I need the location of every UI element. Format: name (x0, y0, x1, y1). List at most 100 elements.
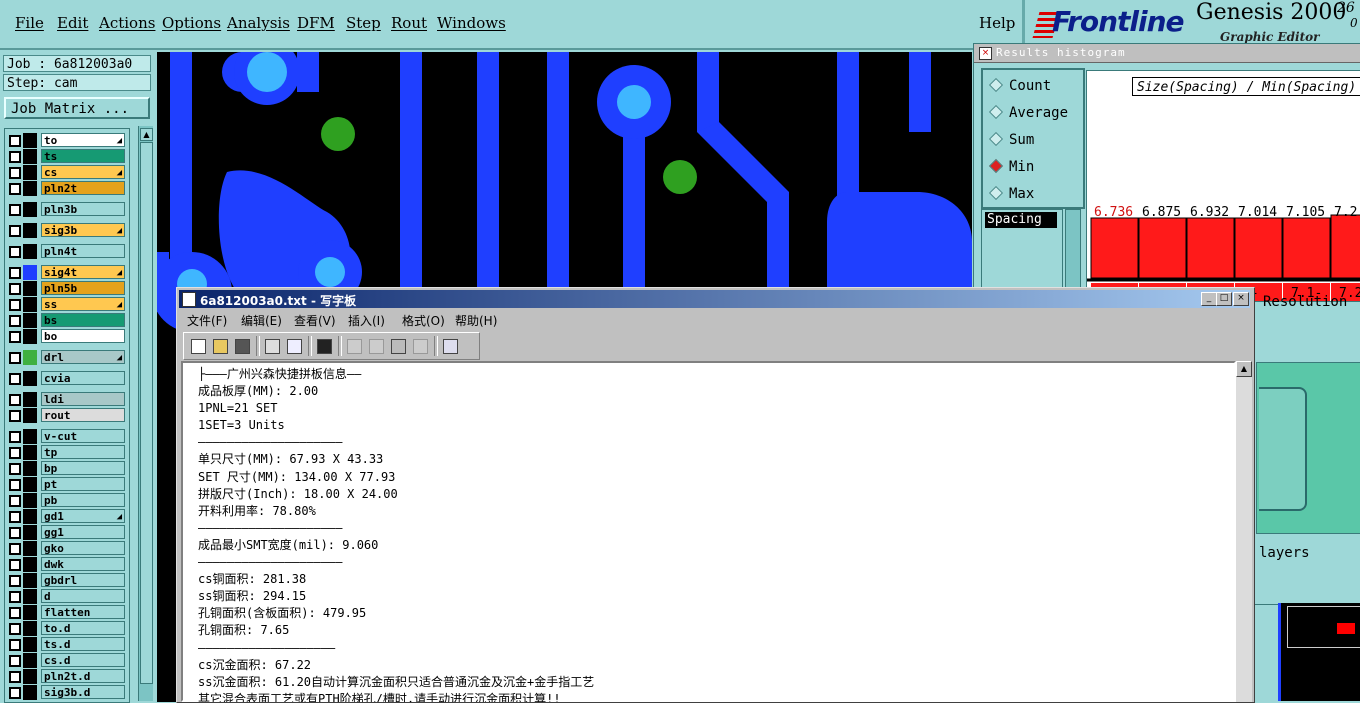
option-sum[interactable]: Sum (988, 131, 1034, 148)
layer-checkbox[interactable] (9, 687, 21, 699)
layer-color-swatch[interactable] (23, 445, 37, 460)
new-document-icon[interactable] (188, 336, 208, 356)
layer-checkbox[interactable] (9, 607, 21, 619)
layer-checkbox[interactable] (9, 639, 21, 651)
layer-checkbox[interactable] (9, 671, 21, 683)
layer-row[interactable]: sig3b.d (5, 685, 129, 700)
wp-menu-insert[interactable]: 插入(I) (348, 312, 385, 329)
layer-color-swatch[interactable] (23, 202, 37, 217)
layer-name[interactable]: cs.d (41, 653, 125, 667)
layer-name[interactable]: pt (41, 477, 125, 491)
mini-map[interactable] (1278, 603, 1360, 701)
layer-color-swatch[interactable] (23, 429, 37, 444)
save-disk-icon[interactable] (232, 336, 252, 356)
layer-row[interactable]: cs ◢ (5, 165, 129, 180)
layer-color-swatch[interactable] (23, 350, 37, 365)
layer-checkbox[interactable] (9, 495, 21, 507)
layer-checkbox[interactable] (9, 591, 21, 603)
histogram-bar[interactable] (1090, 217, 1139, 279)
layer-name[interactable]: to ◢ (41, 133, 125, 147)
close-icon[interactable]: × (979, 47, 992, 60)
layer-row[interactable]: gg1 (5, 525, 129, 540)
layer-color-swatch[interactable] (23, 329, 37, 344)
layer-row[interactable]: to ◢ (5, 133, 129, 148)
layer-color-swatch[interactable] (23, 181, 37, 196)
menu-options[interactable]: Options (162, 14, 221, 32)
layer-row[interactable]: dwk (5, 557, 129, 572)
layer-name[interactable]: flatten (41, 605, 125, 619)
find-binoculars-icon[interactable] (314, 336, 334, 356)
layer-row[interactable]: pb (5, 493, 129, 508)
layer-color-swatch[interactable] (23, 541, 37, 556)
close-button[interactable]: × (1233, 292, 1249, 306)
histogram-bar[interactable] (1186, 217, 1235, 279)
insert-datetime-icon[interactable] (440, 336, 460, 356)
menu-dfm[interactable]: DFM (297, 14, 335, 32)
layer-checkbox[interactable] (9, 183, 21, 195)
histogram-bar[interactable] (1282, 217, 1331, 279)
layer-color-swatch[interactable] (23, 653, 37, 668)
wp-menu-file[interactable]: 文件(F) (187, 312, 227, 329)
layer-row[interactable]: ss ◢ (5, 297, 129, 312)
layer-row[interactable]: pt (5, 477, 129, 492)
layer-name[interactable]: drl ◢ (41, 350, 125, 364)
layer-name[interactable]: d (41, 589, 125, 603)
menu-edit[interactable]: Edit (57, 14, 88, 32)
layer-name[interactable]: pln3b (41, 202, 125, 216)
layer-row[interactable]: drl ◢ (5, 350, 129, 365)
undo-icon[interactable] (410, 336, 430, 356)
layer-row[interactable]: ts (5, 149, 129, 164)
layer-checkbox[interactable] (9, 315, 21, 327)
layer-color-swatch[interactable] (23, 685, 37, 700)
layer-name[interactable]: cs ◢ (41, 165, 125, 179)
layer-checkbox[interactable] (9, 410, 21, 422)
layer-row[interactable]: gbdrl (5, 573, 129, 588)
layer-name[interactable]: gko (41, 541, 125, 555)
wp-menu-view[interactable]: 查看(V) (294, 312, 336, 329)
layer-row[interactable]: bo (5, 329, 129, 344)
layer-name[interactable]: gg1 (41, 525, 125, 539)
layer-color-swatch[interactable] (23, 557, 37, 572)
layer-checkbox[interactable] (9, 283, 21, 295)
histogram-title-bar[interactable]: × Results histogram (974, 44, 1360, 63)
layer-color-swatch[interactable] (23, 392, 37, 407)
copy-icon[interactable] (366, 336, 386, 356)
layer-name[interactable]: pb (41, 493, 125, 507)
layer-color-swatch[interactable] (23, 525, 37, 540)
layer-color-swatch[interactable] (23, 133, 37, 148)
layer-row[interactable]: ts.d (5, 637, 129, 652)
layer-name[interactable]: sig3b ◢ (41, 223, 125, 237)
scroll-up-arrow-icon[interactable]: ▲ (1236, 361, 1252, 377)
layer-row[interactable]: d (5, 589, 129, 604)
layer-checkbox[interactable] (9, 267, 21, 279)
layer-checkbox[interactable] (9, 352, 21, 364)
layer-checkbox[interactable] (9, 151, 21, 163)
maximize-button[interactable]: □ (1216, 292, 1232, 306)
layer-name[interactable]: v-cut (41, 429, 125, 443)
layer-row[interactable]: sig3b ◢ (5, 223, 129, 238)
layer-checkbox[interactable] (9, 299, 21, 311)
layer-checkbox[interactable] (9, 559, 21, 571)
layer-color-swatch[interactable] (23, 589, 37, 604)
layer-checkbox[interactable] (9, 331, 21, 343)
layer-color-swatch[interactable] (23, 605, 37, 620)
layer-color-swatch[interactable] (23, 149, 37, 164)
layer-color-swatch[interactable] (23, 573, 37, 588)
layer-name[interactable]: gbdrl (41, 573, 125, 587)
menu-help[interactable]: Help (979, 14, 1015, 32)
option-count[interactable]: Count (988, 77, 1051, 94)
layer-row[interactable]: gd1 ◢ (5, 509, 129, 524)
radio-diamond-icon[interactable] (988, 104, 1004, 120)
layer-checkbox[interactable] (9, 575, 21, 587)
layer-list-scrollbar[interactable]: ▲ (138, 126, 153, 701)
menu-actions[interactable]: Actions (99, 14, 155, 32)
layers-button[interactable]: layers (1254, 534, 1359, 572)
scroll-thumb[interactable] (140, 142, 153, 684)
layer-color-swatch[interactable] (23, 621, 37, 636)
layer-name[interactable]: sig3b.d (41, 685, 125, 699)
layer-name[interactable]: pln5b (41, 281, 125, 295)
layer-color-swatch[interactable] (23, 165, 37, 180)
menu-step[interactable]: Step (346, 14, 381, 32)
layer-color-swatch[interactable] (23, 297, 37, 312)
layer-checkbox[interactable] (9, 479, 21, 491)
